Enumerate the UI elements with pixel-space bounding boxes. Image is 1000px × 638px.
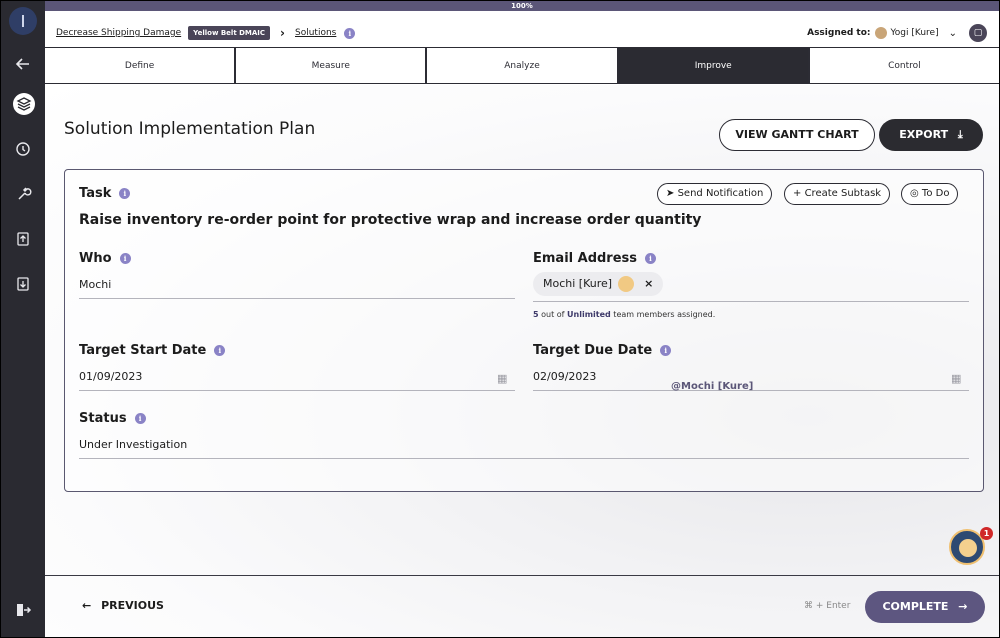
- keyboard-shortcut-hint: ⌘ + Enter: [804, 601, 851, 611]
- who-label: Who: [79, 251, 112, 266]
- check-circle-icon: ◎: [910, 188, 919, 199]
- who-underline: [79, 298, 515, 299]
- close-icon[interactable]: ×: [644, 272, 653, 296]
- status-label: Status: [79, 411, 127, 426]
- email-chip-label: Mochi [Kure]: [543, 277, 613, 290]
- info-icon[interactable]: i: [660, 345, 672, 356]
- progress-bar: 100%: [45, 1, 999, 11]
- clock-icon[interactable]: [12, 138, 34, 160]
- due-date-field[interactable]: 02/09/2023: [533, 370, 596, 383]
- info-icon[interactable]: i: [134, 413, 146, 424]
- start-date-underline: [79, 390, 515, 391]
- app-logo-icon[interactable]: [9, 7, 37, 35]
- tab-analyze[interactable]: Analyze: [427, 48, 619, 83]
- notification-badge: 1: [980, 527, 993, 540]
- assignee-name: Yogi [Kure]: [890, 28, 939, 38]
- create-subtask-label: Create Subtask: [804, 188, 882, 199]
- assignee-avatar: [874, 27, 887, 39]
- who-field[interactable]: Mochi: [79, 278, 111, 291]
- create-subtask-button[interactable]: + Create Subtask: [784, 183, 891, 205]
- complete-label: COMPLETE: [882, 600, 949, 613]
- export-label: EXPORT: [899, 128, 949, 141]
- send-notification-button[interactable]: ➤ Send Notification: [657, 183, 773, 205]
- start-date-label-row: Target Start Date i: [79, 343, 226, 358]
- chevron-down-icon: ⌄: [948, 27, 957, 39]
- info-icon[interactable]: i: [645, 253, 657, 264]
- task-label-row: Task i: [79, 186, 131, 201]
- paper-plane-icon: ➤: [666, 188, 675, 199]
- start-date-label: Target Start Date: [79, 343, 207, 358]
- members-assigned-note: 5 out of Unlimited team members assigned…: [533, 310, 715, 319]
- info-icon[interactable]: i: [119, 253, 131, 264]
- layers-icon[interactable]: [13, 93, 35, 115]
- info-icon[interactable]: i: [119, 188, 131, 199]
- progress-label: 100%: [511, 2, 533, 10]
- avatar: [618, 276, 635, 292]
- tab-define[interactable]: Define: [45, 48, 237, 83]
- tab-measure[interactable]: Measure: [236, 48, 428, 83]
- start-date-field[interactable]: 01/09/2023: [79, 370, 142, 383]
- sidebar: [1, 1, 45, 637]
- task-status-button[interactable]: ◎ To Do: [901, 183, 959, 205]
- email-underline: [533, 301, 969, 302]
- members-tail: team members assigned.: [610, 310, 716, 319]
- info-icon[interactable]: i: [344, 27, 356, 39]
- chat-icon[interactable]: ▢: [969, 24, 987, 42]
- assigned-to-dropdown[interactable]: Assigned to: Yogi [Kure] ⌄: [807, 27, 957, 39]
- status-underline: [79, 458, 969, 459]
- members-limit: Unlimited: [567, 310, 611, 319]
- who-label-row: Who i: [79, 251, 131, 266]
- upload-file-icon[interactable]: [12, 228, 34, 250]
- arrow-left-icon: ←: [82, 599, 92, 612]
- task-description[interactable]: Raise inventory re-order point for prote…: [79, 212, 701, 228]
- arrow-right-icon: →: [958, 600, 968, 613]
- page-title: Solution Implementation Plan: [64, 119, 316, 139]
- due-date-label: Target Due Date: [533, 343, 653, 358]
- wrench-icon[interactable]: [12, 183, 34, 205]
- status-field[interactable]: Under Investigation: [79, 438, 187, 451]
- info-icon[interactable]: i: [214, 345, 226, 356]
- due-date-label-row: Target Due Date i: [533, 343, 672, 358]
- back-arrow-icon[interactable]: [12, 53, 34, 75]
- belt-badge: Yellow Belt DMAIC: [188, 26, 271, 40]
- calendar-icon[interactable]: ▦: [951, 372, 961, 385]
- complete-button[interactable]: COMPLETE →: [865, 591, 985, 623]
- download-icon: ⤓: [957, 128, 963, 141]
- footer-divider: [45, 575, 999, 576]
- mention-tag: @Mochi [Kure]: [671, 381, 754, 392]
- send-notification-label: Send Notification: [677, 188, 764, 199]
- task-card: Task i ➤ Send Notification + Create Subt…: [64, 169, 984, 492]
- calendar-icon[interactable]: ▦: [497, 372, 507, 385]
- breadcrumb: Decrease Shipping Damage Yellow Belt DMA…: [56, 25, 356, 41]
- plus-icon: +: [793, 188, 802, 199]
- logout-icon[interactable]: [12, 599, 34, 621]
- chevron-right-icon: ›: [280, 26, 285, 40]
- assigned-label: Assigned to:: [807, 28, 871, 38]
- download-file-icon[interactable]: [12, 273, 34, 295]
- tab-control[interactable]: Control: [809, 48, 999, 83]
- avatar-face-icon: [959, 539, 977, 557]
- view-gantt-chart-button[interactable]: VIEW GANTT CHART: [719, 119, 875, 151]
- members-mid: out of: [538, 310, 568, 319]
- previous-label: PREVIOUS: [101, 599, 164, 612]
- app-frame: 100% Decrease Shipping Damage Yellow Bel…: [1, 1, 999, 637]
- email-chip[interactable]: Mochi [Kure] ×: [533, 272, 664, 296]
- email-label: Email Address: [533, 251, 638, 266]
- breadcrumb-project-link[interactable]: Decrease Shipping Damage: [56, 28, 181, 38]
- phase-tabs: Define Measure Analyze Improve Control: [45, 47, 999, 84]
- tab-improve[interactable]: Improve: [618, 48, 810, 83]
- export-button[interactable]: EXPORT ⤓: [879, 119, 983, 151]
- email-label-row: Email Address i: [533, 251, 657, 266]
- task-label: Task: [79, 186, 112, 201]
- previous-button[interactable]: ← PREVIOUS: [82, 599, 164, 612]
- status-label-row: Status i: [79, 411, 146, 426]
- task-status-label: To Do: [921, 188, 950, 199]
- breadcrumb-current-link[interactable]: Solutions: [295, 28, 336, 38]
